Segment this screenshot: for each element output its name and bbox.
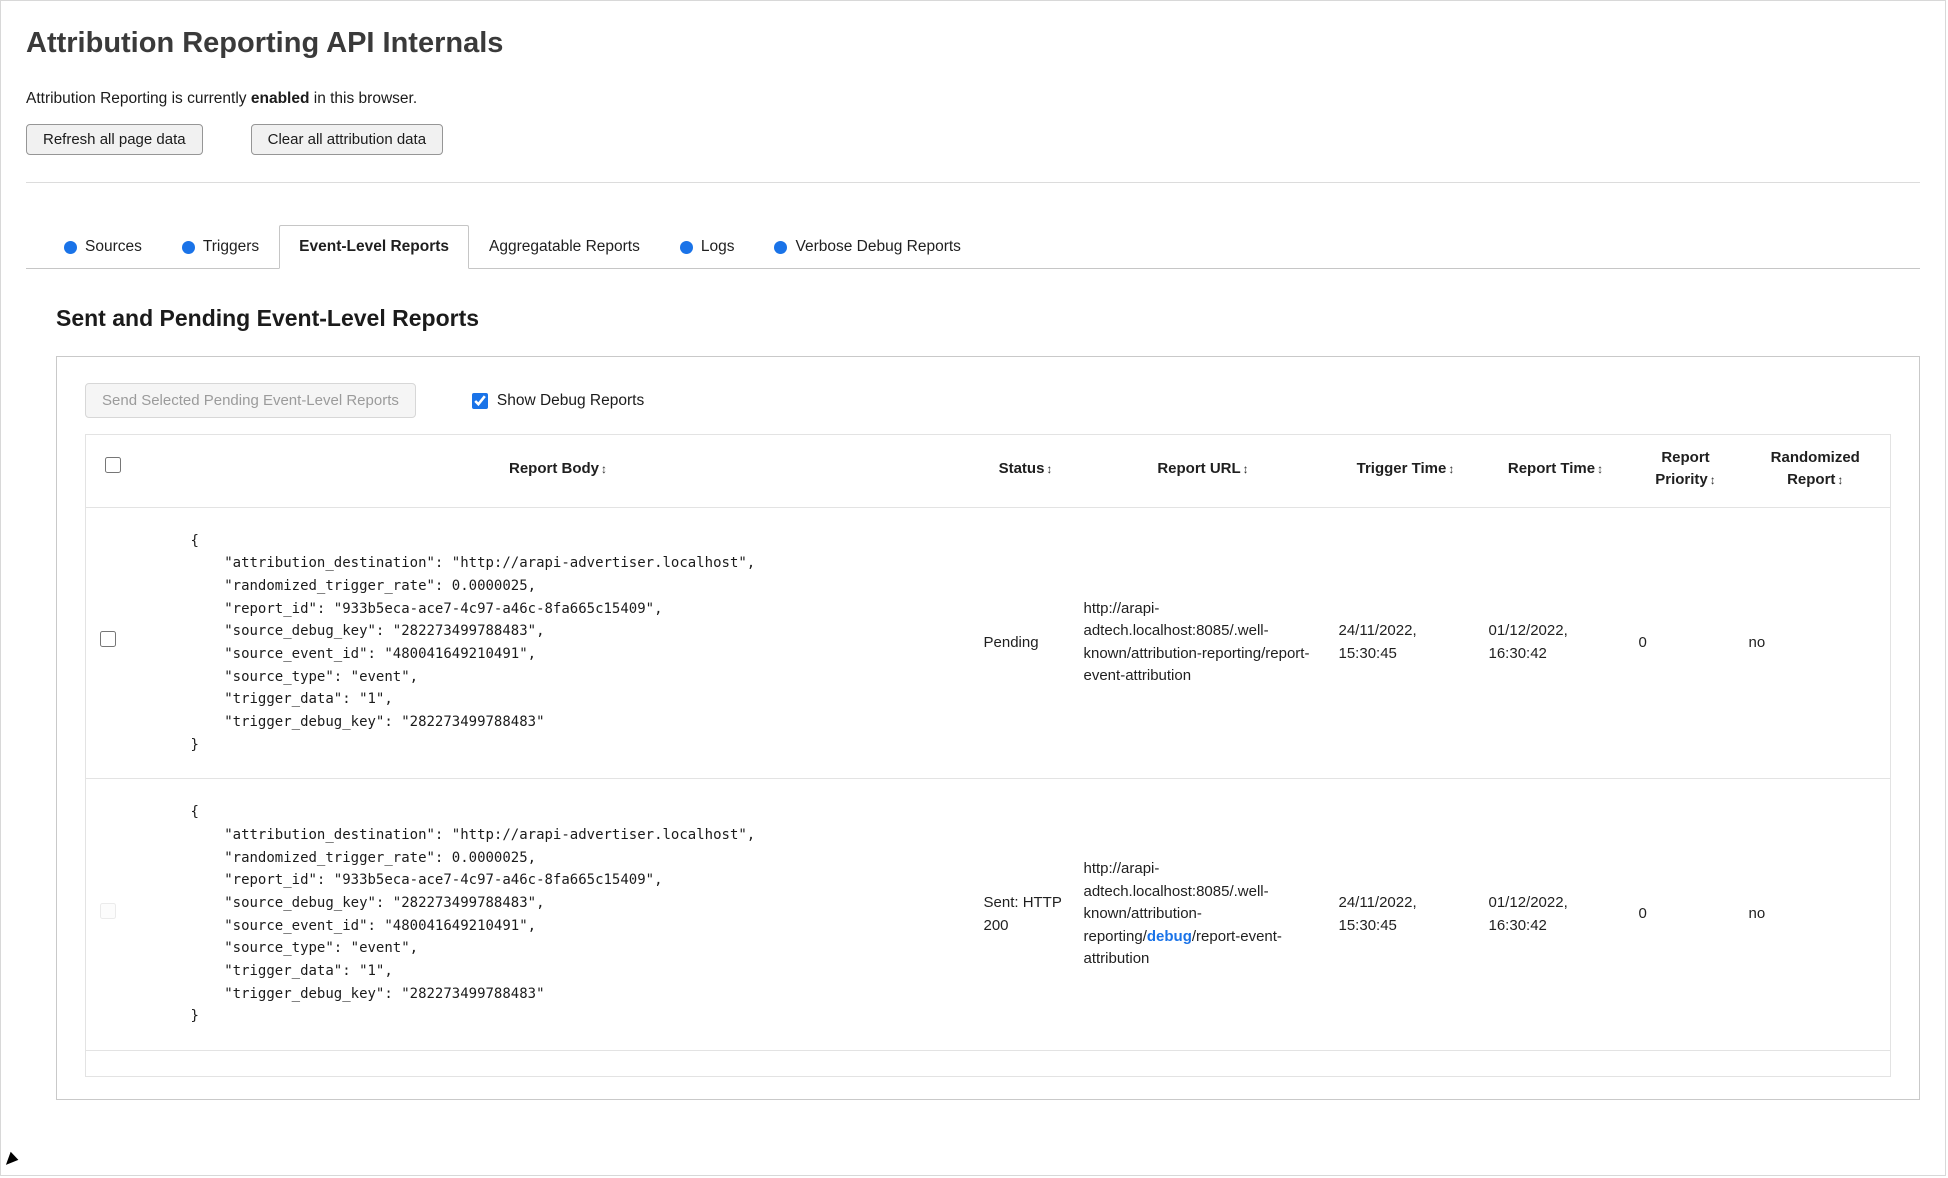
tab-sources[interactable]: Sources	[44, 225, 162, 269]
show-debug-label: Show Debug Reports	[496, 391, 645, 409]
trigger-time: 24/11/2022, 15:30:45	[1338, 894, 1417, 934]
show-debug-reports-toggle[interactable]: Show Debug Reports	[471, 391, 645, 410]
event-level-reports-table: Report Body ↕ Status ↕ Report URL ↕ Trigger…	[85, 434, 1891, 1077]
table-row: { "attribution_destination": "http://ara…	[85, 507, 1891, 779]
report-url: http://arapi-adtech.localhost:8085/.well…	[1076, 779, 1331, 1051]
sort-icon: ↕	[1448, 461, 1455, 476]
report-url-text: http://arapi-adtech.localhost:8085/.well…	[1083, 599, 1310, 685]
table-header-row: Report Body ↕ Status ↕ Report URL ↕ Trigger…	[86, 435, 1891, 508]
tab-label: Verbose Debug Reports	[795, 238, 961, 255]
tab-event-level-reports[interactable]: Event-Level Reports	[279, 225, 470, 269]
tab-triggers[interactable]: Triggers	[162, 225, 279, 269]
send-selected-button: Send Selected Pending Event-Level Report…	[85, 383, 416, 418]
status-suffix: in this browser.	[309, 90, 418, 107]
tab-bar: Sources Triggers Event-Level Reports Agg…	[26, 225, 1920, 269]
header-label: Report Body	[509, 459, 599, 477]
blue-dot-icon	[181, 240, 195, 254]
randomized-report: no	[1748, 905, 1766, 923]
top-buttons: Refresh all page data Clear all attribut…	[26, 124, 1920, 155]
blue-dot-icon	[774, 240, 788, 254]
tab-verbose-debug-reports[interactable]: Verbose Debug Reports	[754, 225, 980, 269]
refresh-all-button[interactable]: Refresh all page data	[26, 124, 203, 155]
table-footer-spacer	[85, 1049, 1891, 1077]
trigger-time: 24/11/2022, 15:30:45	[1338, 622, 1417, 662]
header-status[interactable]: Status ↕	[976, 435, 1076, 508]
divider	[26, 182, 1920, 183]
page-title: Attribution Reporting API Internals	[26, 27, 504, 59]
header-report-body[interactable]: Report Body ↕	[141, 435, 976, 508]
clear-all-button[interactable]: Clear all attribution data	[250, 124, 444, 155]
mouse-cursor-icon	[5, 1151, 21, 1169]
sort-icon: ↕	[601, 461, 607, 476]
report-url: http://arapi-adtech.localhost:8085/.well…	[1076, 507, 1331, 779]
sort-icon: ↕	[1242, 461, 1249, 476]
header-report-time[interactable]: Report Time ↕	[1481, 435, 1631, 508]
header-randomized-report[interactable]: Randomized Report ↕	[1741, 435, 1891, 508]
table-footer-row	[85, 1049, 1891, 1077]
debug-path-segment: debug	[1146, 927, 1192, 945]
sort-icon: ↕	[1046, 461, 1053, 476]
tab-logs[interactable]: Logs	[660, 225, 755, 269]
header-label: Randomized Report	[1770, 449, 1860, 488]
header-label: Status	[998, 459, 1045, 477]
report-status: Sent: HTTP 200	[983, 894, 1062, 934]
table-row: { "attribution_destination": "http://ara…	[85, 778, 1891, 1051]
page-frame: Attribution Reporting API Internals Attr…	[0, 0, 1946, 1176]
sort-icon: ↕	[1597, 461, 1604, 476]
tab-label: Triggers	[202, 238, 260, 255]
tab-label: Sources	[85, 238, 142, 255]
tab-aggregatable-reports[interactable]: Aggregatable Reports	[469, 225, 660, 269]
tab-label: Aggregatable Reports	[489, 238, 640, 255]
header-trigger-time[interactable]: Trigger Time ↕	[1331, 435, 1481, 508]
header-report-url[interactable]: Report URL ↕	[1076, 435, 1331, 508]
header-label: Report Time	[1507, 459, 1596, 477]
report-body-json: { "attribution_destination": "http://ara…	[190, 804, 756, 1025]
show-debug-checkbox[interactable]	[471, 392, 488, 409]
header-label: Report URL	[1157, 459, 1241, 477]
report-status: Pending	[983, 633, 1039, 651]
controls-row: Send Selected Pending Event-Level Report…	[85, 383, 1891, 418]
row-select-checkbox[interactable]	[100, 631, 116, 648]
tab-label: Event-Level Reports	[299, 238, 450, 255]
report-time: 01/12/2022, 16:30:42	[1488, 894, 1568, 934]
tab-label: Logs	[700, 238, 735, 255]
section-heading: Sent and Pending Event-Level Reports	[56, 305, 480, 331]
reports-panel: Send Selected Pending Event-Level Report…	[56, 356, 1920, 1100]
header-report-priority[interactable]: Report Priority ↕	[1631, 435, 1741, 508]
randomized-report: no	[1748, 633, 1766, 651]
sort-icon: ↕	[1837, 472, 1844, 487]
sort-icon: ↕	[1709, 472, 1716, 487]
status-enabled: enabled	[250, 90, 310, 107]
status-line: Attribution Reporting is currently enabl…	[26, 90, 1920, 108]
report-priority: 0	[1638, 633, 1647, 651]
row-select-checkbox	[100, 902, 116, 919]
report-body-json: { "attribution_destination": "http://ara…	[190, 532, 756, 753]
select-all-checkbox[interactable]	[104, 457, 121, 474]
blue-dot-icon	[64, 240, 77, 254]
report-time: 01/12/2022, 16:30:42	[1488, 622, 1568, 662]
header-label: Trigger Time	[1356, 459, 1447, 477]
report-priority: 0	[1638, 905, 1647, 923]
status-prefix: Attribution Reporting is currently	[26, 90, 251, 107]
blue-dot-icon	[679, 240, 693, 254]
header-label: Report Priority	[1655, 449, 1710, 488]
